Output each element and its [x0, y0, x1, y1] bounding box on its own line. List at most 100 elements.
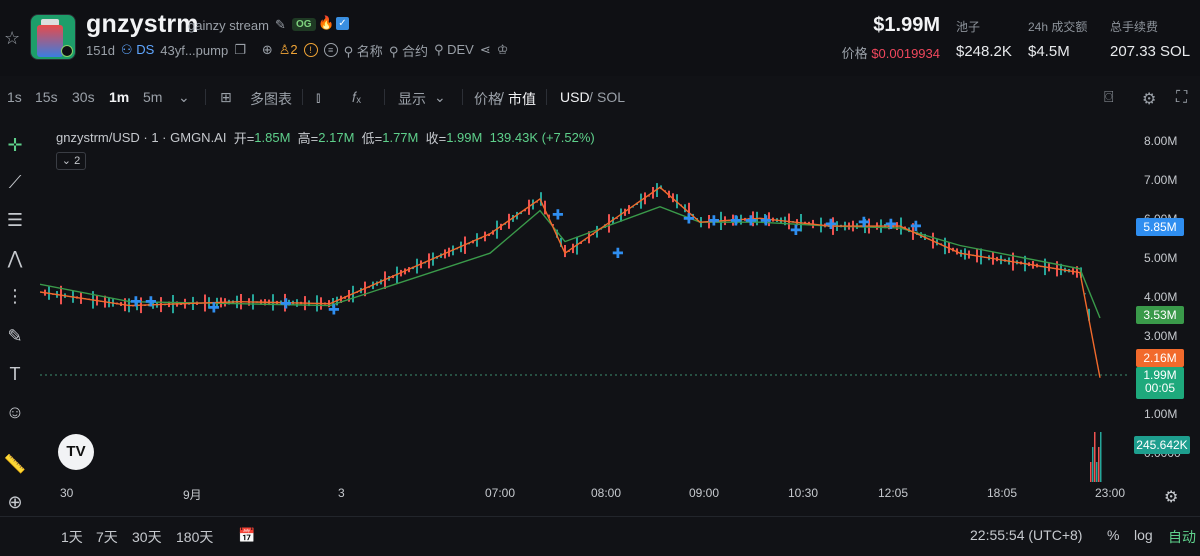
timeframe-1s[interactable]: 1s	[7, 89, 22, 105]
x-tick: 08:00	[591, 486, 622, 500]
volume-bar	[1100, 432, 1102, 482]
y-tick: 8.00M	[1144, 134, 1178, 148]
price-block: $1.99M 价格 $0.0019934	[830, 14, 940, 62]
pattern-icon[interactable]: ⋀	[3, 246, 27, 270]
usd-toggle[interactable]: USD	[560, 89, 590, 105]
settings-icon[interactable]: ⚙	[1142, 89, 1156, 109]
stat-volume: 24h 成交额 $4.5M	[1028, 20, 1088, 60]
trade-marker: ✚	[612, 245, 624, 261]
y-tick: 3.00M	[1144, 329, 1178, 343]
crosshair-icon[interactable]: ✛	[3, 133, 27, 157]
trendline-icon[interactable]: ⟋	[3, 170, 27, 194]
trade-marker: ✚	[730, 212, 742, 228]
warning-icon[interactable]: !	[303, 43, 318, 57]
chevron-down-icon[interactable]: ⌄	[434, 89, 446, 106]
brush-icon[interactable]: ✎	[3, 324, 27, 348]
trade-marker: ✚	[790, 222, 802, 238]
chevron-down-icon[interactable]: ⌄	[178, 89, 190, 106]
timeframe-5m[interactable]: 5m	[143, 89, 162, 105]
search-name-link[interactable]: ⚲ 名称	[344, 41, 383, 60]
sol-toggle[interactable]: SOL	[597, 89, 625, 105]
price-label: 价格	[841, 46, 868, 61]
chart-toolbar: 1s 15s 30s 1m 5m ⌄ ⊞ 多图表 ⫾ 𝑓ₓ 显示 ⌄ 价格 / …	[7, 89, 1188, 109]
y-tick: 1.00M	[1144, 407, 1178, 421]
holders-indicator[interactable]: ♙2	[279, 42, 298, 58]
ma-line	[40, 205, 1101, 319]
display-button[interactable]: 显示	[398, 89, 426, 109]
calendar-icon[interactable]: 📅	[238, 527, 255, 544]
edit-icon[interactable]: ✎	[275, 17, 286, 33]
tradingview-logo[interactable]: TV	[58, 434, 94, 470]
search-contract-link[interactable]: ⚲ 合约	[389, 41, 428, 60]
volume-tag: 245.642K	[1134, 436, 1190, 454]
blue-price-tag: 5.85M	[1136, 218, 1184, 236]
copy-icon[interactable]: ❐	[234, 42, 246, 58]
token-age: 151d	[86, 42, 115, 58]
current-price-tag: 1.99M 00:05	[1136, 367, 1184, 399]
indicators-icon[interactable]: 𝑓ₓ	[352, 89, 361, 106]
drawing-toolbar: ✛ ⟋ ☰ ⋀ ⋮ ✎ T ☺ 📏 ⊕	[0, 128, 30, 518]
search-dev-link[interactable]: ⚲ DEV	[434, 42, 474, 58]
range-7d[interactable]: 7天	[96, 527, 118, 547]
fire-icon: 🔥	[318, 15, 335, 30]
bottom-bar: 1天 7天 30天 180天 📅 22:55:54 (UTC+8) % log …	[0, 516, 1200, 552]
dex-badge[interactable]: ⚇ DS	[121, 42, 154, 58]
range-180d[interactable]: 180天	[176, 527, 213, 547]
text-icon[interactable]: T	[3, 362, 27, 386]
clock-time: 22:55:54 (UTC+8)	[970, 527, 1083, 543]
mcap-toggle[interactable]: 市值	[508, 89, 536, 109]
percent-toggle[interactable]: %	[1107, 527, 1119, 543]
volume-bar	[1090, 462, 1092, 482]
trade-marker: ✚	[708, 212, 720, 228]
ruler-icon[interactable]: 📏	[3, 452, 27, 476]
auto-toggle[interactable]: 自动	[1168, 527, 1196, 547]
ma-price-tag: 3.53M	[1136, 306, 1184, 324]
trade-marker: ✚	[745, 212, 757, 228]
y-tick: 4.00M	[1144, 290, 1178, 304]
x-tick: 07:00	[485, 486, 516, 500]
timeframe-15s[interactable]: 15s	[35, 89, 58, 105]
x-tick: 18:05	[987, 486, 1018, 500]
axis-settings-icon[interactable]: ⚙	[1164, 487, 1178, 507]
range-1d[interactable]: 1天	[61, 527, 83, 547]
position-icon[interactable]: ⋮	[3, 284, 27, 308]
trade-marker: ✚	[208, 300, 220, 316]
trade-marker: ✚	[885, 216, 897, 232]
timeframe-1m[interactable]: 1m	[109, 89, 129, 105]
multi-chart-button[interactable]: 多图表	[250, 89, 292, 109]
og-badge: OG	[292, 18, 316, 31]
contract-address: 43yf...pump	[160, 42, 229, 58]
emoji-icon[interactable]: ☺	[3, 400, 27, 424]
price-line	[40, 186, 1101, 378]
trade-marker: ✚	[760, 212, 772, 228]
globe-icon[interactable]: ⊕	[262, 42, 273, 58]
price-chart[interactable]: ✚ ✚ ✚ ✚ ✚✚✚✚ ✚ ✚ ✚ ✚✚ ✚ ✚ ✚ ✚	[40, 120, 1130, 482]
token-name: gainzy stream	[188, 18, 269, 33]
candle-type-icon[interactable]: ⫾	[316, 89, 320, 106]
market-cap: $1.99M	[873, 14, 940, 36]
y-tick: 7.00M	[1144, 173, 1178, 187]
volume-bar	[1094, 432, 1096, 482]
x-tick: 30	[60, 486, 74, 500]
range-30d[interactable]: 30天	[132, 527, 162, 547]
plus-box-icon[interactable]: ⊞	[220, 89, 232, 106]
volume-bar	[1096, 462, 1098, 482]
fib-lines-icon[interactable]: ☰	[3, 208, 27, 232]
volume-bar	[1092, 447, 1094, 482]
fullscreen-icon[interactable]: ⛶	[1176, 89, 1187, 107]
camera-icon[interactable]: ⌼	[1104, 89, 1114, 107]
log-toggle[interactable]: log	[1134, 527, 1153, 543]
trade-marker: ✚	[825, 216, 837, 232]
price-toggle[interactable]: 价格	[474, 89, 502, 109]
x-axis: 30 9月 3 07:00 08:00 09:00 10:30 12:05 18…	[40, 486, 1130, 506]
x-tick: 3	[338, 486, 345, 500]
share-icon[interactable]: ⋖	[480, 42, 491, 58]
twitter-icon[interactable]: ✓	[336, 17, 349, 30]
trade-marker: ✚	[910, 218, 922, 234]
trade-marker: ✚	[552, 206, 564, 222]
crown-icon[interactable]: ♔	[497, 42, 509, 58]
timeframe-30s[interactable]: 30s	[72, 89, 95, 105]
menu-circle-icon[interactable]: ≡	[323, 43, 338, 57]
zoom-in-icon[interactable]: ⊕	[3, 490, 27, 514]
star-icon[interactable]: ☆	[4, 28, 20, 49]
